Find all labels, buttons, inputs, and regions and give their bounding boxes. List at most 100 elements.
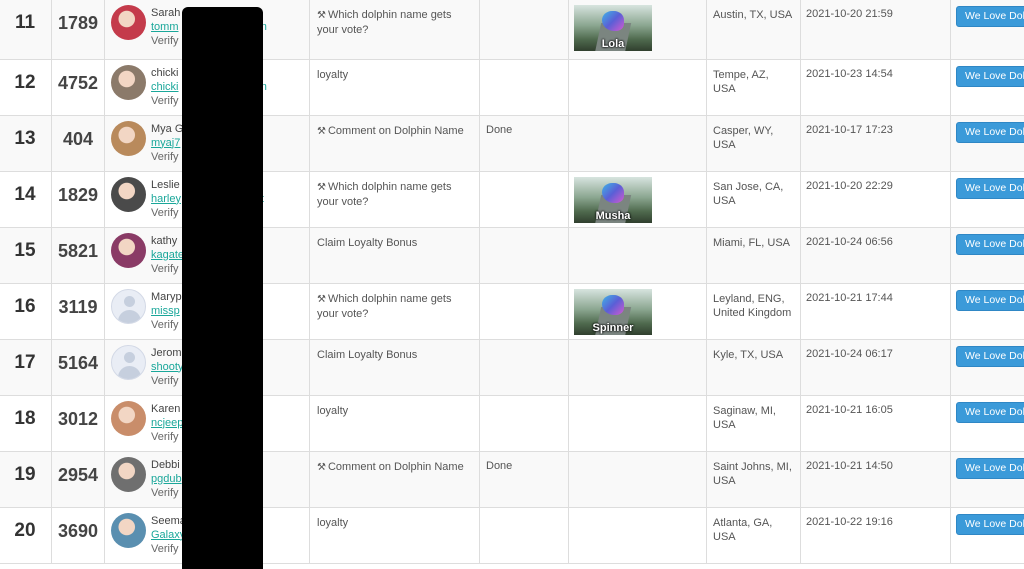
image-cell [569,507,707,563]
prize-cell: We Love Dolphin Sticker▼ [951,395,1024,451]
image-cell [569,395,707,451]
status-cell: Done [480,115,569,171]
user-name: Maryp [151,291,182,303]
avatar [111,289,146,324]
entry-number: 12 [0,59,52,115]
user-email-link[interactable]: harleyal.net [151,193,181,205]
table-row: 203690SeemaGalaxyVerify aloyaltyAtlanta,… [0,507,1024,563]
entry-points: 404 [52,115,105,171]
thumbnail-caption: Spinner [574,322,652,334]
reward-cell: Claim Loyalty Bonus [310,227,480,283]
prize-dropdown-button[interactable]: We Love Dolphin Sticker▼ [956,458,1024,479]
entry-number: 19 [0,451,52,507]
user-email-link[interactable]: ncjeep [151,417,183,429]
image-cell: Lola [569,0,707,59]
entry-thumbnail[interactable]: Musha [574,177,652,223]
prize-dropdown-button[interactable]: We Love Dolphin Sticker▼ [956,178,1024,199]
table-row: 141829Leslieharleyal.netVerify a⚒Which d… [0,171,1024,227]
user-email[interactable]: kagate [151,249,184,261]
location-cell: Casper, WY, USA [707,115,801,171]
user-email-link[interactable]: shooty [151,361,183,373]
thumbnail-caption: Lola [574,38,652,50]
prize-dropdown-button[interactable]: We Love Dolphin Sticker▼ [956,66,1024,87]
entry-number: 20 [0,507,52,563]
prize-cell: We Love Dolphin Sticker▼ [951,115,1024,171]
prize-cell: We Love Dolphin Sticker▼ [951,339,1024,395]
reward-text: loyalty [317,405,348,417]
user-email-link[interactable]: tommo.com [151,21,179,33]
user-email[interactable]: myaj7 [151,137,180,149]
image-cell [569,339,707,395]
entry-number: 11 [0,0,52,59]
table-row: 155821kathykagateVerify aClaim Loyalty B… [0,227,1024,283]
user-email-link[interactable]: pgdub [151,473,182,485]
prize-label: We Love Dolphin Sticker [965,462,1024,474]
avatar [111,401,146,436]
user-email-link[interactable]: Galaxy [151,529,185,541]
prize-cell: We Love Dolphin Sticker▼ [951,59,1024,115]
date-cell: 2021-10-23 14:54 [801,59,951,115]
reward-cell: ⚒Which dolphin name gets your vote? [310,0,480,59]
user-email[interactable]: Galaxy [151,529,185,541]
entry-points: 4752 [52,59,105,115]
user-email-link[interactable]: chickio.com [151,81,179,93]
prize-label: We Love Dolphin Sticker [965,126,1024,138]
dolphin-icon [602,295,624,315]
location-cell: Saginaw, MI, USA [707,395,801,451]
reward-text: Comment on Dolphin Name [328,461,464,473]
user-email-link[interactable]: kagate [151,249,184,261]
entry-number: 15 [0,227,52,283]
avatar-placeholder-body [118,310,141,324]
status-cell [480,339,569,395]
entry-thumbnail[interactable]: Lola [574,5,652,51]
user-email[interactable]: harley [151,193,181,205]
user-email[interactable]: shooty [151,361,183,373]
user-email[interactable]: missp [151,305,180,317]
prize-dropdown-button[interactable]: We Love Dolphin Sticker▼ [956,402,1024,423]
entry-thumbnail[interactable]: Spinner [574,289,652,335]
reward-text: Which dolphin name gets your vote? [317,293,451,320]
user-name: Seema [151,515,186,527]
avatar [111,65,146,100]
prize-dropdown-button[interactable]: We Love Dolphin Sticker▼ [956,122,1024,143]
prize-dropdown-button[interactable]: We Love Dolphin Sticker▼ [956,234,1024,255]
prize-label: We Love Dolphin Sticker [965,406,1024,418]
avatar [111,345,146,380]
user-name: chicki [151,67,179,79]
prize-cell: We Love Dolphin Sticker▼ [951,171,1024,227]
table-row: 124752chickichickio.comVerify aloyaltyTe… [0,59,1024,115]
entry-number: 18 [0,395,52,451]
magic-wand-icon: ⚒ [317,10,326,21]
reward-cell: ⚒Which dolphin name gets your vote? [310,171,480,227]
magic-wand-icon: ⚒ [317,462,326,473]
user-email[interactable]: chicki [151,81,179,93]
date-cell: 2021-10-20 21:59 [801,0,951,59]
prize-dropdown-button[interactable]: We Love Dolphin Sticker▼ [956,514,1024,535]
date-cell: 2021-10-21 14:50 [801,451,951,507]
user-email[interactable]: pgdub [151,473,182,485]
entry-number: 17 [0,339,52,395]
date-cell: 2021-10-24 06:17 [801,339,951,395]
user-email-link[interactable]: myaj7 [151,137,180,149]
reward-text: Comment on Dolphin Name [328,125,464,137]
prize-cell: We Love Dolphin Sticker▼ [951,507,1024,563]
user-email[interactable]: ncjeep [151,417,183,429]
reward-text: Claim Loyalty Bonus [317,237,417,249]
location-cell: Miami, FL, USA [707,227,801,283]
prize-cell: We Love Dolphin Sticker▼ [951,227,1024,283]
prize-dropdown-button[interactable]: We Love Dolphin Sticker▼ [956,290,1024,311]
avatar-placeholder-head [124,296,135,307]
user-email-link[interactable]: misspm [151,305,180,317]
date-cell: 2021-10-21 16:05 [801,395,951,451]
date-cell: 2021-10-20 22:29 [801,171,951,227]
location-cell: Austin, TX, USA [707,0,801,59]
entry-points: 2954 [52,451,105,507]
prize-dropdown-button[interactable]: We Love Dolphin Sticker▼ [956,6,1024,27]
prize-cell: We Love Dolphin Sticker▼ [951,283,1024,339]
prize-dropdown-button[interactable]: We Love Dolphin Sticker▼ [956,346,1024,367]
image-cell [569,115,707,171]
user-email[interactable]: tomm [151,21,179,33]
table-row: 183012KarenncjeepVerify aloyaltySaginaw,… [0,395,1024,451]
user-name: Mya G [151,123,183,135]
prize-label: We Love Dolphin Sticker [965,238,1024,250]
